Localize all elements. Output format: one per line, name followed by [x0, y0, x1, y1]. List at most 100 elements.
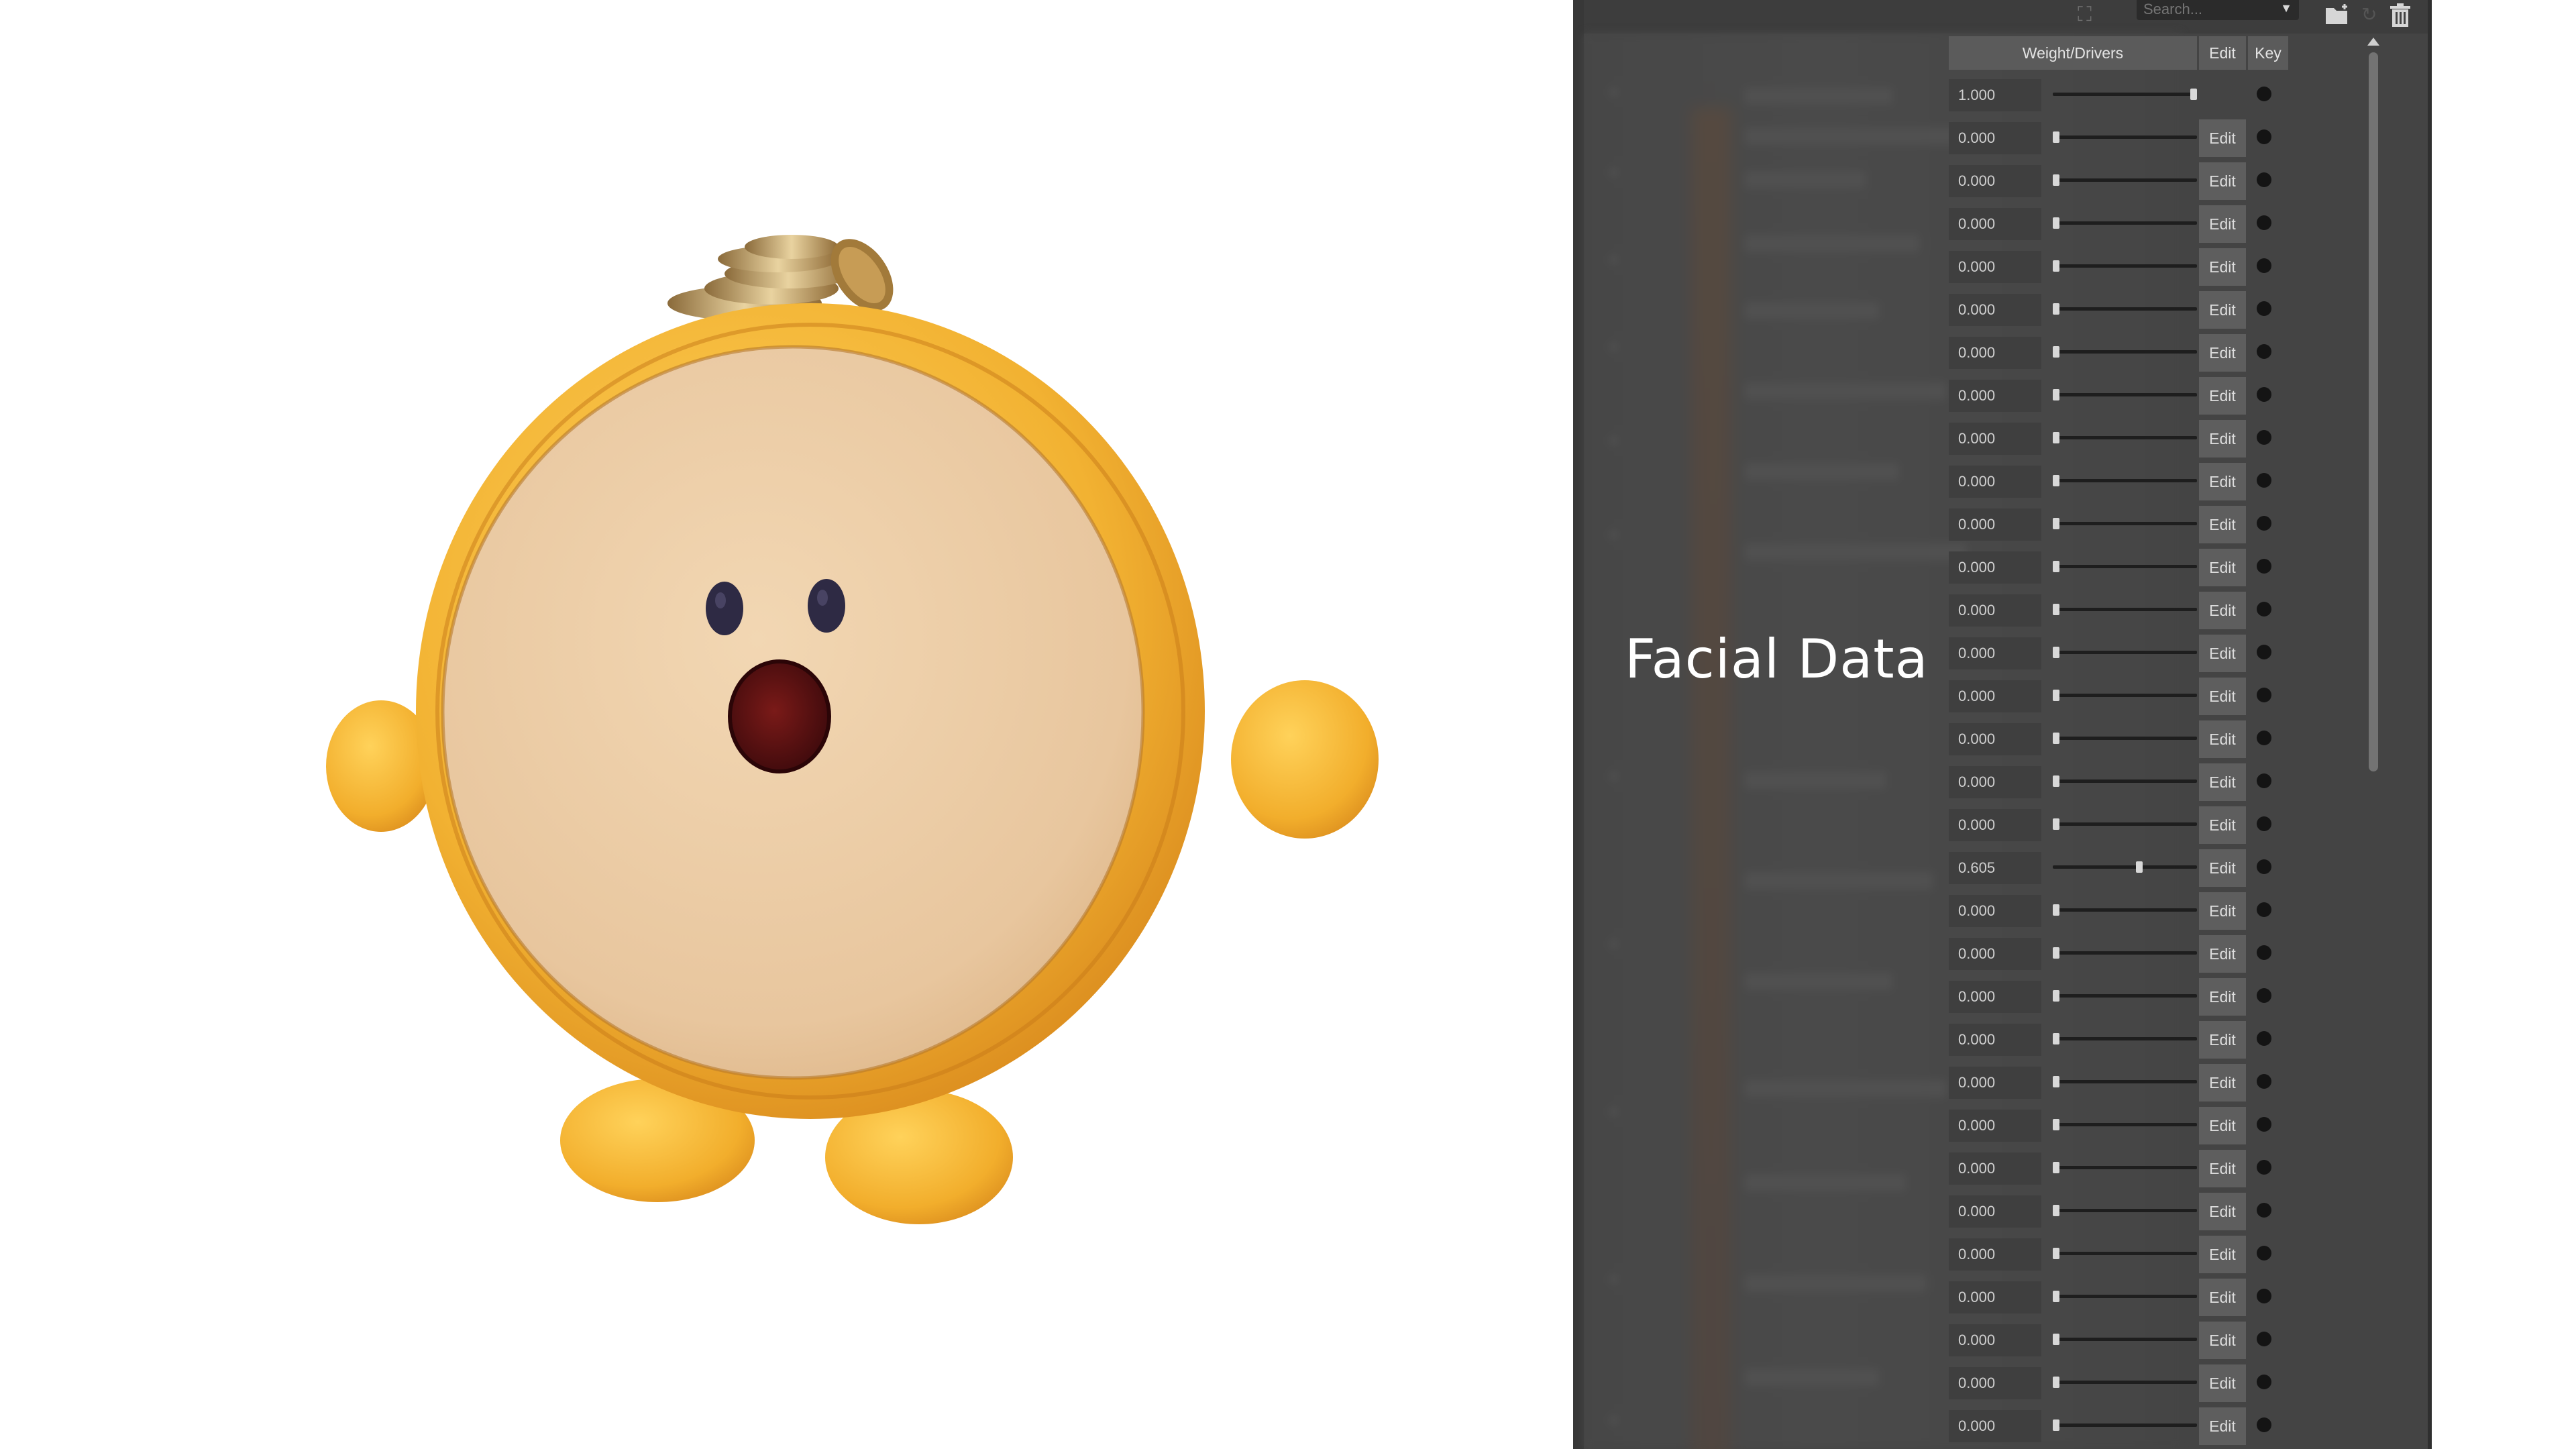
weight-slider[interactable]: [2053, 432, 2197, 444]
edit-button[interactable]: Edit: [2199, 549, 2246, 586]
edit-button[interactable]: Edit: [2199, 506, 2246, 543]
slider-track[interactable]: [2053, 951, 2197, 955]
slider-handle[interactable]: [2053, 1334, 2059, 1345]
weight-value-field[interactable]: 0.000: [1949, 508, 2041, 541]
slider-handle[interactable]: [2053, 260, 2059, 272]
weight-value-field[interactable]: 0.000: [1949, 1067, 2041, 1099]
weight-value-field[interactable]: 0.000: [1949, 466, 2041, 498]
slider-handle[interactable]: [2053, 217, 2059, 229]
slider-handle[interactable]: [2053, 561, 2059, 572]
weight-slider[interactable]: [2053, 647, 2197, 659]
viewport[interactable]: [0, 0, 1573, 1449]
weight-slider[interactable]: [2053, 303, 2197, 315]
key-toggle-icon[interactable]: [2257, 1332, 2271, 1346]
slider-track[interactable]: [2053, 178, 2197, 182]
slider-track[interactable]: [2053, 479, 2197, 482]
filter-icon[interactable]: ⛶: [2078, 4, 2099, 25]
edit-button[interactable]: Edit: [2199, 1064, 2246, 1102]
weight-slider[interactable]: [2053, 990, 2197, 1002]
search-box[interactable]: ▼: [2137, 0, 2299, 20]
slider-track[interactable]: [2053, 1080, 2197, 1083]
slider-handle[interactable]: [2053, 818, 2059, 830]
slider-track[interactable]: [2053, 1123, 2197, 1126]
slider-handle[interactable]: [2053, 990, 2059, 1002]
edit-button[interactable]: Edit: [2199, 1322, 2246, 1359]
slider-handle[interactable]: [2053, 1119, 2059, 1130]
edit-button[interactable]: Edit: [2199, 1236, 2246, 1273]
slider-track[interactable]: [2053, 865, 2197, 869]
slider-handle[interactable]: [2053, 1205, 2059, 1216]
edit-button[interactable]: Edit: [2199, 635, 2246, 672]
edit-button[interactable]: Edit: [2199, 1107, 2246, 1144]
weight-slider[interactable]: [2053, 861, 2197, 873]
weight-slider[interactable]: [2053, 818, 2197, 830]
slider-handle[interactable]: [2053, 475, 2059, 486]
slider-handle[interactable]: [2053, 1291, 2059, 1302]
weight-slider[interactable]: [2053, 1291, 2197, 1303]
slider-handle[interactable]: [2053, 1248, 2059, 1259]
search-dropdown-icon[interactable]: ▼: [2280, 1, 2292, 15]
key-toggle-icon[interactable]: [2257, 859, 2271, 874]
edit-button[interactable]: Edit: [2199, 119, 2246, 157]
slider-handle[interactable]: [2053, 1162, 2059, 1173]
key-toggle-icon[interactable]: [2257, 1417, 2271, 1432]
scrollbar[interactable]: [2365, 36, 2383, 774]
weight-slider[interactable]: [2053, 1119, 2197, 1131]
weight-value-field[interactable]: 0.000: [1949, 1152, 2041, 1185]
key-toggle-icon[interactable]: [2257, 301, 2271, 316]
edit-button[interactable]: Edit: [2199, 720, 2246, 758]
coin-character-model[interactable]: [0, 0, 1573, 1449]
slider-handle[interactable]: [2053, 690, 2059, 701]
header-edit[interactable]: Edit: [2199, 36, 2246, 70]
weight-slider[interactable]: [2053, 346, 2197, 358]
weight-value-field[interactable]: 0.000: [1949, 981, 2041, 1013]
slider-handle[interactable]: [2053, 904, 2059, 916]
weight-value-field[interactable]: 0.000: [1949, 766, 2041, 798]
edit-button[interactable]: Edit: [2199, 1021, 2246, 1059]
weight-value-field[interactable]: 0.000: [1949, 723, 2041, 755]
edit-button[interactable]: Edit: [2199, 763, 2246, 801]
weight-slider[interactable]: [2053, 1076, 2197, 1088]
key-toggle-icon[interactable]: [2257, 172, 2271, 187]
weight-slider[interactable]: [2053, 217, 2197, 229]
weight-value-field[interactable]: 1.000: [1949, 79, 2041, 111]
weight-value-field[interactable]: 0.000: [1949, 1410, 2041, 1442]
edit-button[interactable]: Edit: [2199, 420, 2246, 458]
slider-handle[interactable]: [2190, 89, 2197, 100]
weight-value-field[interactable]: 0.000: [1949, 251, 2041, 283]
slider-track[interactable]: [2053, 1338, 2197, 1341]
slider-track[interactable]: [2053, 822, 2197, 826]
key-toggle-icon[interactable]: [2257, 559, 2271, 574]
key-toggle-icon[interactable]: [2257, 1289, 2271, 1303]
edit-button[interactable]: Edit: [2199, 806, 2246, 844]
search-input[interactable]: [2137, 0, 2284, 19]
key-toggle-icon[interactable]: [2257, 1074, 2271, 1089]
slider-handle[interactable]: [2053, 346, 2059, 358]
edit-button[interactable]: Edit: [2199, 162, 2246, 200]
edit-button[interactable]: Edit: [2199, 248, 2246, 286]
key-toggle-icon[interactable]: [2257, 1031, 2271, 1046]
slider-handle[interactable]: [2053, 389, 2059, 400]
weight-slider[interactable]: [2053, 904, 2197, 916]
slider-track[interactable]: [2053, 1209, 2197, 1212]
key-toggle-icon[interactable]: [2257, 902, 2271, 917]
weight-slider[interactable]: [2053, 604, 2197, 616]
weight-value-field[interactable]: 0.000: [1949, 1367, 2041, 1399]
slider-track[interactable]: [2053, 780, 2197, 783]
edit-button[interactable]: Edit: [2199, 1150, 2246, 1187]
weight-value-field[interactable]: 0.000: [1949, 1238, 2041, 1271]
weight-slider[interactable]: [2053, 89, 2197, 101]
slider-handle[interactable]: [2053, 733, 2059, 744]
edit-button[interactable]: Edit: [2199, 1407, 2246, 1445]
weight-value-field[interactable]: 0.000: [1949, 294, 2041, 326]
edit-button[interactable]: Edit: [2199, 935, 2246, 973]
weight-slider[interactable]: [2053, 733, 2197, 745]
weight-value-field[interactable]: 0.000: [1949, 208, 2041, 240]
slider-track[interactable]: [2053, 608, 2197, 611]
weight-slider[interactable]: [2053, 561, 2197, 573]
slider-track[interactable]: [2053, 1424, 2197, 1427]
weight-value-field[interactable]: 0.000: [1949, 1110, 2041, 1142]
weight-slider[interactable]: [2053, 389, 2197, 401]
key-toggle-icon[interactable]: [2257, 387, 2271, 402]
slider-track[interactable]: [2053, 307, 2197, 311]
